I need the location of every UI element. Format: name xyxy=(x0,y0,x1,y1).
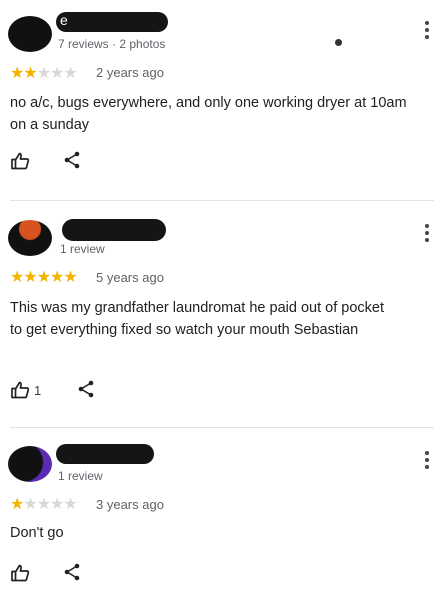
redacted-name xyxy=(56,444,154,464)
thumbs-up-icon[interactable] xyxy=(10,563,30,583)
redacted-name xyxy=(56,12,168,32)
star-filled-icon: ★ xyxy=(10,269,24,286)
share-icon[interactable] xyxy=(63,563,81,581)
share-icon[interactable] xyxy=(63,151,81,169)
review-card: 1 review ★★★★★ 5 years ago This was my g… xyxy=(0,201,446,427)
star-rating: ★★★★★ xyxy=(10,267,78,287)
reviewer-avatar[interactable] xyxy=(8,220,52,256)
star-empty-icon: ★ xyxy=(63,65,77,82)
star-filled-icon: ★ xyxy=(36,269,51,286)
star-empty-icon: ★ xyxy=(36,496,51,513)
star-filled-icon: ★ xyxy=(10,496,24,513)
share-icon[interactable] xyxy=(77,380,95,398)
review-card: e 7 reviews · 2 photos ★★★★★ 2 years ago… xyxy=(0,0,446,200)
reviewer-meta: 1 review xyxy=(60,242,105,256)
more-options-icon[interactable] xyxy=(424,224,430,244)
review-age: 2 years ago xyxy=(96,65,164,80)
review-age: 5 years ago xyxy=(96,270,164,285)
star-empty-icon: ★ xyxy=(63,496,77,513)
star-rating: ★★★★★ xyxy=(10,63,78,83)
thumbs-up-icon[interactable] xyxy=(10,380,30,400)
more-options-icon[interactable] xyxy=(424,451,430,471)
reviewer-meta: 1 review xyxy=(58,469,103,483)
star-empty-icon: ★ xyxy=(23,496,37,513)
star-filled-icon: ★ xyxy=(10,65,24,82)
review-text: no a/c, bugs everywhere, and only one wo… xyxy=(10,95,407,133)
review-age: 3 years ago xyxy=(96,497,164,512)
more-options-icon[interactable] xyxy=(424,21,430,41)
star-empty-icon: ★ xyxy=(36,65,51,82)
review-card: 1 review ★★★★★ 3 years ago Don't go xyxy=(0,428,446,600)
star-empty-icon: ★ xyxy=(50,496,64,513)
star-empty-icon: ★ xyxy=(50,65,64,82)
reviewer-name[interactable]: e xyxy=(60,12,68,28)
reviewer-avatar[interactable] xyxy=(8,16,52,52)
review-text: Don't go xyxy=(10,525,64,541)
status-dot xyxy=(335,39,342,46)
star-filled-icon: ★ xyxy=(50,269,64,286)
star-filled-icon: ★ xyxy=(23,269,37,286)
reviewer-avatar[interactable] xyxy=(8,446,52,482)
redacted-name xyxy=(62,219,166,241)
star-rating: ★★★★★ xyxy=(10,494,78,514)
like-count: 1 xyxy=(34,383,42,398)
star-filled-icon: ★ xyxy=(63,269,77,286)
review-text: This was my grandfather laundromat he pa… xyxy=(10,300,384,338)
star-filled-icon: ★ xyxy=(23,65,37,82)
thumbs-up-icon[interactable] xyxy=(10,151,30,171)
reviewer-meta: 7 reviews · 2 photos xyxy=(58,37,166,51)
